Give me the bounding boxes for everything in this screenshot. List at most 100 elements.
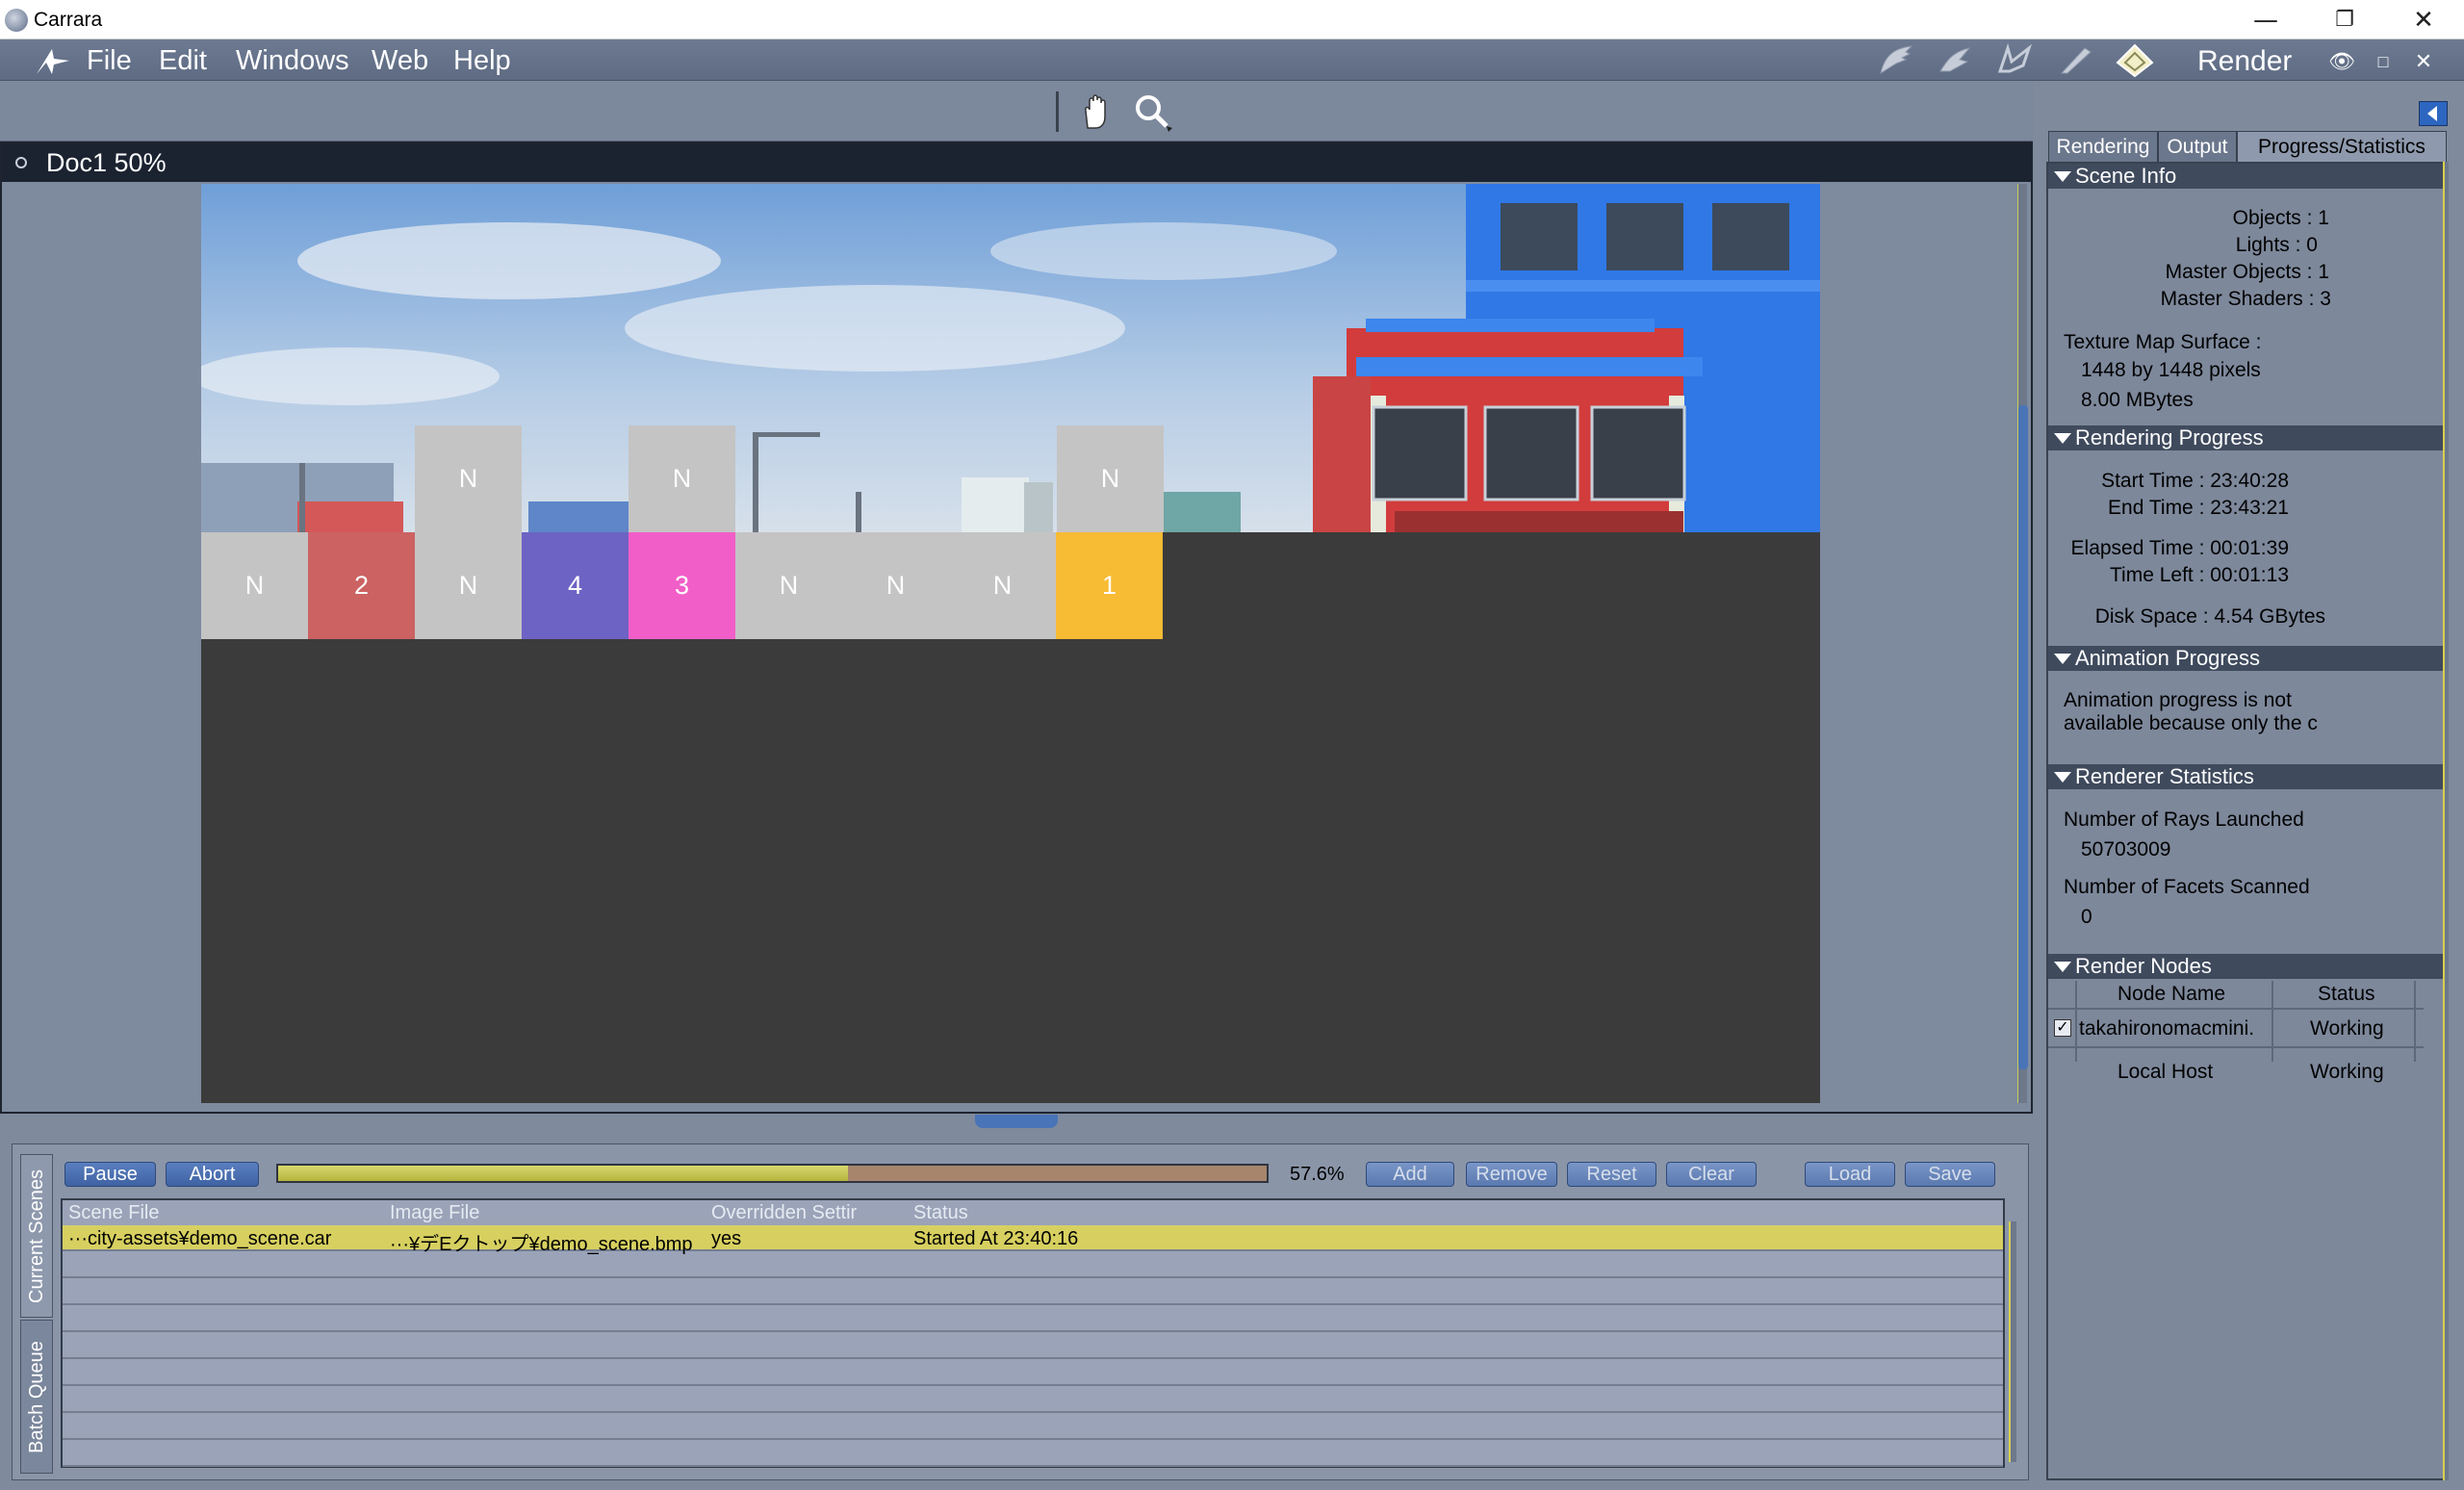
render-tile: N [1057, 425, 1164, 532]
node-enabled-checkbox[interactable]: ✓ [2054, 1019, 2071, 1037]
tab-current-scenes[interactable]: Current Scenes [20, 1154, 53, 1318]
render-tile: N [415, 425, 522, 532]
facets-scanned-value: 0 [2081, 906, 2092, 928]
panel-maximize-icon[interactable]: □ [2369, 47, 2398, 76]
document-close-icon[interactable] [15, 157, 27, 168]
master-shaders-count: Master Shaders : 3 [2160, 288, 2331, 310]
node-name: Local Host [2118, 1061, 2214, 1083]
tool-strip [0, 82, 2033, 141]
table-row[interactable] [63, 1441, 2003, 1467]
menu-windows[interactable]: Windows [236, 45, 349, 77]
abort-button[interactable]: Abort [166, 1162, 259, 1187]
row-scene-file: ···city-assets¥demo_scene.car [68, 1228, 332, 1249]
save-button[interactable]: Save [1905, 1162, 1995, 1187]
table-row[interactable] [63, 1414, 2003, 1440]
batch-render-panel: Current Scenes Batch Queue Pause Abort 5… [12, 1143, 2029, 1480]
node-status: Working [2310, 1017, 2384, 1040]
column-status[interactable]: Status [913, 1202, 968, 1224]
clear-button[interactable]: Clear [1666, 1162, 1757, 1187]
tool-separator [1056, 91, 1059, 132]
nodes-column-divider [2414, 981, 2416, 1062]
render-progress-fill [278, 1166, 848, 1181]
assemble-room-icon[interactable] [1875, 40, 1917, 79]
carrara-app-icon [5, 9, 28, 32]
section-renderer-statistics[interactable]: Renderer Statistics [2048, 764, 2443, 789]
section-render-nodes[interactable]: Render Nodes [2048, 954, 2443, 979]
render-room-icon[interactable] [2114, 40, 2156, 79]
document-window: Doc1 50% N N N N 2 N 4 3 N N N 1 [0, 141, 2033, 1114]
hand-tool-icon[interactable] [1080, 93, 1115, 130]
viewport-vertical-scrollbar[interactable] [2017, 184, 2028, 1103]
render-viewport[interactable]: N N N N2N43NNN1 [201, 184, 1820, 1103]
texture-map-memory: 8.00 MBytes [2081, 389, 2194, 411]
table-scrollbar[interactable] [2009, 1221, 2016, 1462]
zoom-tool-icon[interactable] [1134, 93, 1176, 132]
table-row[interactable]: ···city-assets¥demo_scene.car ···¥デEクトップ… [63, 1225, 2003, 1255]
texture-map-size: 1448 by 1448 pixels [2081, 359, 2261, 381]
menu-edit[interactable]: Edit [159, 45, 207, 77]
rays-launched-label: Number of Rays Launched [2064, 809, 2304, 831]
disk-space: Disk Space : 4.54 GBytes [2094, 605, 2325, 628]
texture-room-icon[interactable] [2054, 40, 2096, 79]
node-status: Working [2310, 1061, 2384, 1083]
column-node-status: Status [2318, 983, 2375, 1005]
facets-scanned-label: Number of Facets Scanned [2064, 876, 2310, 898]
column-image-file[interactable]: Image File [390, 1202, 479, 1224]
viewport-scroll-thumb[interactable] [2018, 405, 2028, 1069]
node-name: takahironomacmini. [2079, 1017, 2255, 1040]
panel-close-icon[interactable]: ✕ [2409, 47, 2438, 76]
render-tile: N [949, 532, 1056, 639]
menu-web[interactable]: Web [372, 45, 428, 77]
section-scene-info[interactable]: Scene Info [2048, 164, 2443, 189]
nodes-column-divider [2075, 981, 2077, 1062]
end-time: End Time : 23:43:21 [2108, 497, 2289, 519]
add-button[interactable]: Add [1366, 1162, 1454, 1187]
render-tile: N [415, 532, 522, 639]
nodes-column-divider [2272, 981, 2273, 1062]
section-rendering-progress[interactable]: Rendering Progress [2048, 425, 2443, 450]
storyboard-room-icon[interactable] [1994, 40, 2037, 79]
menu-file[interactable]: File [87, 45, 132, 77]
remove-button[interactable]: Remove [1466, 1162, 1557, 1187]
model-room-icon[interactable] [1935, 40, 1977, 79]
column-scene-file[interactable]: Scene File [68, 1202, 160, 1224]
table-row[interactable] [63, 1306, 2003, 1332]
column-overridden-settings[interactable]: Overridden Settir [711, 1202, 857, 1224]
table-row[interactable] [63, 1387, 2003, 1413]
table-row[interactable] [63, 1360, 2003, 1386]
tab-output[interactable]: Output [2158, 131, 2237, 163]
minimize-button[interactable]: — [2226, 0, 2305, 39]
render-progress-percent: 57.6% [1290, 1164, 1345, 1185]
progress-statistics-content: Scene Info Objects : 1 Lights : 0 Master… [2046, 162, 2445, 1480]
section-animation-progress[interactable]: Animation Progress [2048, 646, 2443, 671]
render-tile: N [842, 532, 949, 639]
window-title-bar: Carrara — ❐ ✕ [0, 0, 2464, 39]
panel-splitter-handle[interactable] [975, 1115, 1058, 1128]
menu-help[interactable]: Help [453, 45, 511, 77]
reset-button[interactable]: Reset [1567, 1162, 1656, 1187]
tray-scrollbar[interactable] [2443, 162, 2449, 1480]
load-button[interactable]: Load [1805, 1162, 1895, 1187]
close-window-button[interactable]: ✕ [2384, 0, 2463, 39]
render-tile: 1 [1056, 532, 1163, 639]
tab-batch-queue[interactable]: Batch Queue [20, 1320, 53, 1474]
time-left: Time Left : 00:01:13 [2110, 564, 2289, 586]
table-row[interactable] [63, 1333, 2003, 1359]
collapse-tray-icon[interactable] [2419, 101, 2448, 126]
restore-button[interactable]: ❐ [2305, 0, 2384, 39]
carrara-logo-icon [37, 49, 69, 74]
table-row[interactable] [63, 1252, 2003, 1278]
lights-count: Lights : 0 [2235, 234, 2318, 256]
animation-progress-note-line2: available because only the c [2064, 712, 2318, 734]
texture-map-label: Texture Map Surface : [2064, 331, 2262, 353]
view-eye-icon[interactable]: 👁 [2327, 47, 2356, 76]
collapse-triangle-icon [2054, 171, 2071, 182]
collapse-triangle-icon [2054, 962, 2071, 972]
row-status: Started At 23:40:16 [913, 1228, 1079, 1249]
tab-progress-statistics[interactable]: Progress/Statistics [2237, 131, 2447, 163]
window-title: Carrara [34, 9, 103, 31]
tab-rendering[interactable]: Rendering [2048, 131, 2158, 163]
table-row[interactable] [63, 1279, 2003, 1305]
pause-button[interactable]: Pause [64, 1162, 156, 1187]
nodes-row-divider [2048, 1046, 2424, 1048]
